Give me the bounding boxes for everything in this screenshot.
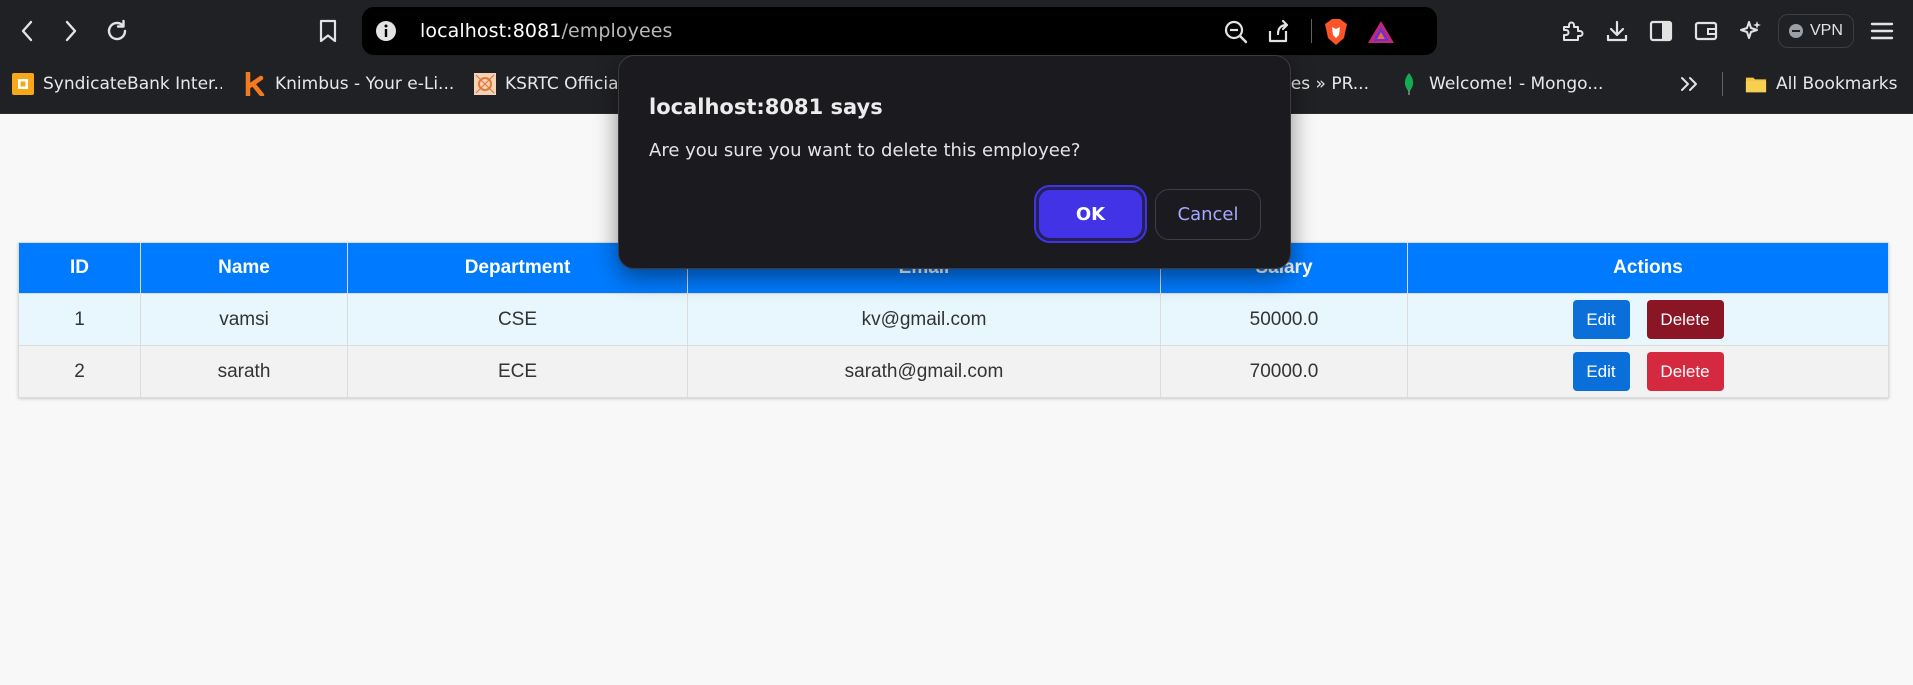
leo-ai-icon[interactable]: [1735, 14, 1767, 48]
delete-button[interactable]: Delete: [1646, 352, 1724, 391]
bookmark-icon: [319, 19, 337, 43]
cell-department: ECE: [347, 345, 688, 398]
column-header-actions: Actions: [1407, 242, 1889, 294]
cell-department: CSE: [347, 293, 688, 346]
bookmarks-divider: [1722, 72, 1723, 96]
vpn-button[interactable]: VPN: [1778, 14, 1854, 48]
reload-button[interactable]: [100, 14, 134, 48]
bookmark-label: Knimbus - Your e-Li...: [275, 74, 454, 94]
cell-actions: Edit Delete: [1407, 345, 1889, 398]
brave-shields-icon[interactable]: [1322, 17, 1350, 47]
bookmark-label: des » PR...: [1280, 74, 1369, 94]
column-header-name: Name: [140, 242, 348, 294]
vpn-label: VPN: [1810, 22, 1843, 39]
browser-toolbar: localhost:8081/employees VPN: [0, 0, 1913, 63]
ksrtc-icon: [474, 73, 496, 95]
bookmark-label: Welcome! - Mongo...: [1429, 74, 1603, 94]
knimbus-icon: [244, 72, 266, 96]
all-bookmarks-button[interactable]: All Bookmarks: [1745, 71, 1905, 97]
bookmark-page-button[interactable]: [313, 14, 343, 48]
cell-email: sarath@gmail.com: [687, 345, 1161, 398]
bookmark-label: KSRTC Official: [505, 74, 624, 94]
url-text[interactable]: localhost:8081/employees: [420, 20, 673, 42]
cell-salary: 50000.0: [1160, 293, 1408, 346]
edit-button[interactable]: Edit: [1572, 300, 1630, 339]
cell-salary: 70000.0: [1160, 345, 1408, 398]
main-menu-button[interactable]: [1866, 14, 1898, 48]
all-bookmarks-label: All Bookmarks: [1776, 74, 1898, 94]
reload-icon: [107, 19, 127, 41]
dialog-title: localhost:8081 says: [649, 95, 883, 119]
column-header-id: ID: [18, 242, 141, 294]
dialog-message: Are you sure you want to delete this emp…: [649, 140, 1081, 161]
cell-name: sarath: [140, 345, 348, 398]
url-host: localhost:8081: [420, 20, 562, 42]
ok-button[interactable]: OK: [1034, 185, 1147, 243]
cell-id: 2: [18, 345, 141, 398]
brave-rewards-icon[interactable]: [1366, 17, 1396, 47]
bookmark-label: SyndicateBank Inter...: [43, 74, 222, 94]
wallet-icon[interactable]: [1690, 14, 1722, 48]
bookmark-ksrtc[interactable]: KSRTC Official: [474, 71, 624, 97]
site-info-icon[interactable]: [374, 19, 398, 43]
address-bar[interactable]: localhost:8081/employees: [362, 7, 1437, 55]
bookmark-syndicatebank[interactable]: SyndicateBank Inter...: [12, 71, 222, 97]
syndicatebank-icon: [12, 73, 34, 95]
vpn-status-icon: [1789, 24, 1803, 38]
hamburger-menu-icon: [1870, 22, 1894, 40]
cell-id: 1: [18, 293, 141, 346]
delete-button[interactable]: Delete: [1646, 300, 1724, 339]
share-icon[interactable]: [1264, 18, 1292, 46]
more-bookmarks-chevron-icon[interactable]: [1676, 70, 1702, 98]
back-button[interactable]: [12, 14, 42, 48]
confirm-dialog: localhost:8081 says Are you sure you wan…: [618, 55, 1291, 269]
forward-button[interactable]: [56, 14, 86, 48]
bookmark-des-pr[interactable]: des » PR...: [1280, 71, 1400, 97]
cell-name: vamsi: [140, 293, 348, 346]
cell-actions: Edit Delete: [1407, 293, 1889, 346]
zoom-out-icon[interactable]: [1222, 18, 1250, 46]
table-row: 1 vamsi CSE kv@gmail.com 50000.0 Edit De…: [18, 293, 1889, 346]
bookmark-knimbus[interactable]: Knimbus - Your e-Li...: [244, 71, 454, 97]
mongodb-leaf-icon: [1398, 73, 1420, 95]
chevron-left-icon: [21, 20, 33, 42]
url-path: /employees: [561, 20, 673, 42]
bookmark-mongodb[interactable]: Welcome! - Mongo...: [1398, 71, 1603, 97]
edit-button[interactable]: Edit: [1572, 352, 1630, 391]
address-bar-divider: [1311, 19, 1312, 43]
sidebar-toggle-icon[interactable]: [1645, 14, 1677, 48]
cancel-button[interactable]: Cancel: [1155, 189, 1261, 240]
table-row: 2 sarath ECE sarath@gmail.com 70000.0 Ed…: [18, 345, 1889, 398]
downloads-icon[interactable]: [1601, 14, 1633, 48]
cell-email: kv@gmail.com: [687, 293, 1161, 346]
extensions-icon[interactable]: [1556, 14, 1588, 48]
chevron-right-icon: [65, 20, 77, 42]
folder-icon: [1745, 73, 1767, 95]
